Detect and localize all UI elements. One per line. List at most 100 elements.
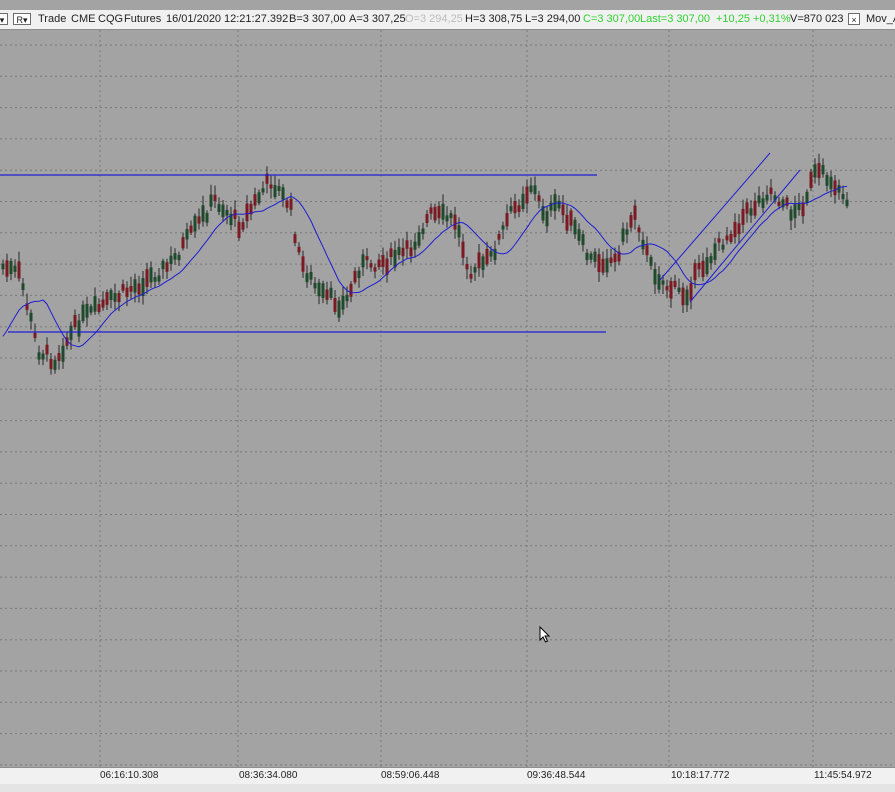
chart-window: ▾ R▾ Trade CME CQG Futures 16/01/2020 12… bbox=[0, 0, 895, 792]
candle-body bbox=[829, 176, 833, 190]
channel-lower-line[interactable] bbox=[689, 169, 801, 303]
candle-body bbox=[653, 269, 657, 285]
candle-body bbox=[601, 258, 605, 273]
candle-body bbox=[309, 272, 313, 280]
candle-body bbox=[569, 210, 573, 226]
candle-body bbox=[357, 270, 361, 279]
candle-body bbox=[5, 260, 9, 277]
candle-body bbox=[497, 234, 501, 240]
r-button[interactable]: R▾ bbox=[13, 13, 31, 25]
candle-body bbox=[441, 203, 445, 220]
candle-body bbox=[9, 260, 13, 275]
price-chart[interactable] bbox=[0, 30, 895, 767]
low-label: L=3 294,00 bbox=[525, 13, 581, 25]
x-tick-label: 09:36:48.544 bbox=[527, 770, 586, 781]
candle-body bbox=[405, 240, 409, 249]
candle-body bbox=[305, 273, 309, 283]
candle-body bbox=[17, 261, 21, 279]
x-tick-label: 06:16:10.308 bbox=[100, 770, 159, 781]
candle-body bbox=[817, 163, 821, 179]
candle-body bbox=[585, 252, 589, 261]
candle-body bbox=[469, 273, 473, 279]
candle-body bbox=[673, 280, 677, 287]
candle-body bbox=[453, 214, 457, 230]
candle-body bbox=[761, 198, 765, 208]
menu-button[interactable]: ▾ bbox=[0, 13, 8, 25]
candle-body bbox=[373, 267, 377, 272]
candle-body bbox=[393, 249, 397, 268]
candle-body bbox=[417, 232, 421, 246]
candle-body bbox=[457, 225, 461, 238]
candle-body bbox=[613, 253, 617, 263]
candle-body bbox=[649, 256, 653, 266]
candle-body bbox=[237, 221, 241, 238]
change-percent: +0,31% bbox=[753, 13, 791, 25]
mouse-cursor-icon bbox=[539, 626, 551, 643]
candle-body bbox=[257, 192, 261, 204]
candle-body bbox=[381, 255, 385, 267]
candle-body bbox=[317, 282, 321, 297]
x-tick-label: 08:59:06.448 bbox=[381, 770, 440, 781]
candle-body bbox=[845, 199, 849, 207]
candle-body bbox=[637, 227, 641, 233]
candle-body bbox=[605, 258, 609, 273]
candle-body bbox=[757, 195, 761, 204]
candle-body bbox=[625, 229, 629, 235]
candle-body bbox=[505, 213, 509, 227]
chart-header: ▾ R▾ Trade CME CQG Futures 16/01/2020 12… bbox=[0, 10, 895, 30]
candle-body bbox=[101, 299, 105, 308]
candle-body bbox=[697, 262, 701, 270]
candle-body bbox=[789, 209, 793, 221]
close-icon[interactable]: × bbox=[848, 13, 860, 25]
candle-body bbox=[437, 205, 441, 219]
candle-body bbox=[369, 263, 373, 268]
candle-body bbox=[97, 304, 101, 312]
candle-body bbox=[821, 165, 825, 175]
candle-body bbox=[349, 283, 353, 297]
candle-body bbox=[185, 229, 189, 240]
candle-body bbox=[589, 253, 593, 260]
candle-body bbox=[69, 325, 73, 340]
candle-body bbox=[225, 209, 229, 216]
bid-label: B=3 307,00 bbox=[289, 13, 346, 25]
candle-body bbox=[329, 287, 333, 298]
candle-body bbox=[341, 295, 345, 310]
candle-body bbox=[509, 206, 513, 212]
candle-body bbox=[485, 249, 489, 265]
candle-body bbox=[753, 200, 757, 216]
candle-body bbox=[525, 186, 529, 204]
candle-body bbox=[337, 300, 341, 318]
candle-body bbox=[513, 201, 517, 214]
candle-body bbox=[105, 292, 109, 305]
candle-body bbox=[657, 274, 661, 290]
candle-body bbox=[425, 214, 429, 223]
candle-body bbox=[445, 215, 449, 222]
candle-body bbox=[449, 213, 453, 219]
candle-body bbox=[741, 208, 745, 225]
candle-body bbox=[365, 256, 369, 261]
candle-body bbox=[745, 202, 749, 214]
candle-body bbox=[273, 185, 277, 198]
candle-body bbox=[57, 353, 61, 361]
candle-body bbox=[809, 171, 813, 188]
candle-body bbox=[581, 234, 585, 246]
candle-body bbox=[389, 248, 393, 257]
candle-body bbox=[61, 345, 65, 362]
candle-body bbox=[609, 257, 613, 263]
volume-label: V=870 023 bbox=[790, 13, 844, 25]
candle-body bbox=[481, 256, 485, 270]
candle-body bbox=[153, 277, 157, 282]
candle-body bbox=[681, 287, 685, 306]
candle-body bbox=[77, 320, 81, 337]
candle-body bbox=[205, 212, 209, 223]
candle-body bbox=[665, 286, 669, 291]
candle-body bbox=[577, 229, 581, 241]
candle-body bbox=[321, 283, 325, 298]
candle-body bbox=[269, 184, 273, 189]
candle-body bbox=[281, 187, 285, 200]
candle-body bbox=[473, 267, 477, 273]
candle-body bbox=[825, 175, 829, 186]
candle-body bbox=[245, 203, 249, 222]
candle-body bbox=[633, 205, 637, 220]
candle-body bbox=[261, 188, 265, 193]
